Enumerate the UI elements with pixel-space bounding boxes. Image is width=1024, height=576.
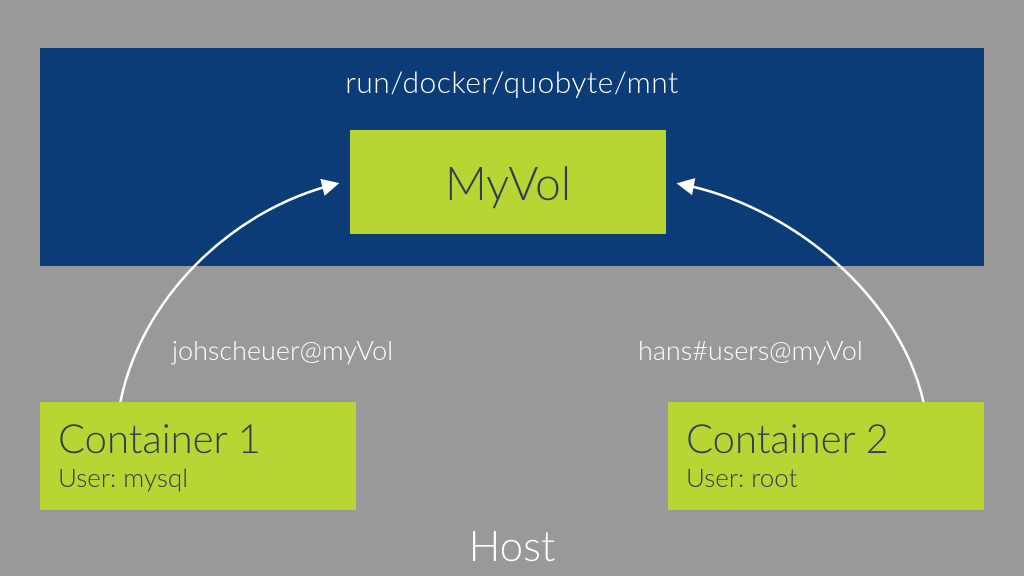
edge-right-label: hans#users@myVol	[638, 333, 863, 366]
volume-box: MyVol	[350, 130, 666, 234]
volume-label: MyVol	[445, 155, 571, 210]
container-1-title: Container 1	[58, 417, 338, 459]
edge-left-label: johscheuer@myVol	[172, 333, 393, 366]
container-2-box: Container 2 User: root	[668, 402, 984, 510]
container-2-title: Container 2	[686, 417, 966, 459]
container-2-user: User: root	[686, 461, 966, 493]
container-1-user: User: mysql	[58, 461, 338, 493]
host-label: Host	[0, 520, 1024, 570]
container-1-box: Container 1 User: mysql	[40, 402, 356, 510]
mount-path-label: run/docker/quobyte/mnt	[0, 64, 1024, 100]
